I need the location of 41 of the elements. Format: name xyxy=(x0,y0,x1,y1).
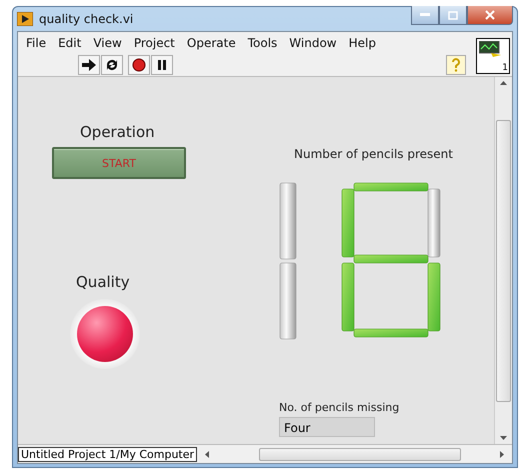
window-title: quality check.vi xyxy=(39,12,134,26)
connector-pane[interactable]: 1 xyxy=(476,38,510,74)
vi-icon xyxy=(479,41,501,57)
quality-label: Quality xyxy=(76,273,130,291)
menu-item[interactable]: Help xyxy=(342,36,382,50)
run-continuously-button[interactable] xyxy=(101,55,123,75)
menu-item[interactable]: Tools xyxy=(242,36,284,50)
maximize-button[interactable] xyxy=(439,6,467,25)
maximize-icon xyxy=(448,10,458,20)
operation-label: Operation xyxy=(80,123,155,141)
menu-item[interactable]: Edit xyxy=(52,36,88,50)
cycle-arrows-icon xyxy=(105,58,119,72)
menu-item[interactable]: File xyxy=(20,36,52,50)
pause-button[interactable] xyxy=(151,55,173,75)
stop-icon xyxy=(132,58,146,72)
run-button[interactable] xyxy=(78,55,100,75)
missing-label: No. of pencils missing xyxy=(279,401,400,414)
scroll-down-icon xyxy=(500,436,507,440)
display-label: Number of pencils present xyxy=(294,147,453,161)
pause-icon xyxy=(157,60,167,70)
question-mark-icon xyxy=(451,58,461,72)
horizontal-scroll-thumb[interactable] xyxy=(259,448,462,460)
menu-item[interactable]: View xyxy=(87,36,128,50)
menu-item[interactable]: Operate xyxy=(180,36,242,50)
close-icon xyxy=(485,10,495,20)
vertical-scrollbar[interactable] xyxy=(494,77,512,444)
scroll-thumb[interactable] xyxy=(496,120,511,402)
abort-button[interactable] xyxy=(128,55,150,75)
app-icon xyxy=(17,12,33,26)
scroll-up-icon xyxy=(500,81,507,85)
menu-item[interactable]: Project xyxy=(128,36,181,50)
menu-item[interactable]: Window xyxy=(283,36,343,50)
minimize-icon xyxy=(420,13,430,17)
scroll-right-icon xyxy=(500,450,504,458)
scroll-left-icon xyxy=(205,450,210,458)
project-path: Untitled Project 1/My Computer xyxy=(18,446,198,462)
missing-count-field: Four xyxy=(279,417,375,437)
arrow-icon xyxy=(82,59,96,71)
close-button[interactable] xyxy=(467,6,513,25)
connector-number: 1 xyxy=(502,63,508,73)
minimize-button[interactable] xyxy=(411,6,439,25)
